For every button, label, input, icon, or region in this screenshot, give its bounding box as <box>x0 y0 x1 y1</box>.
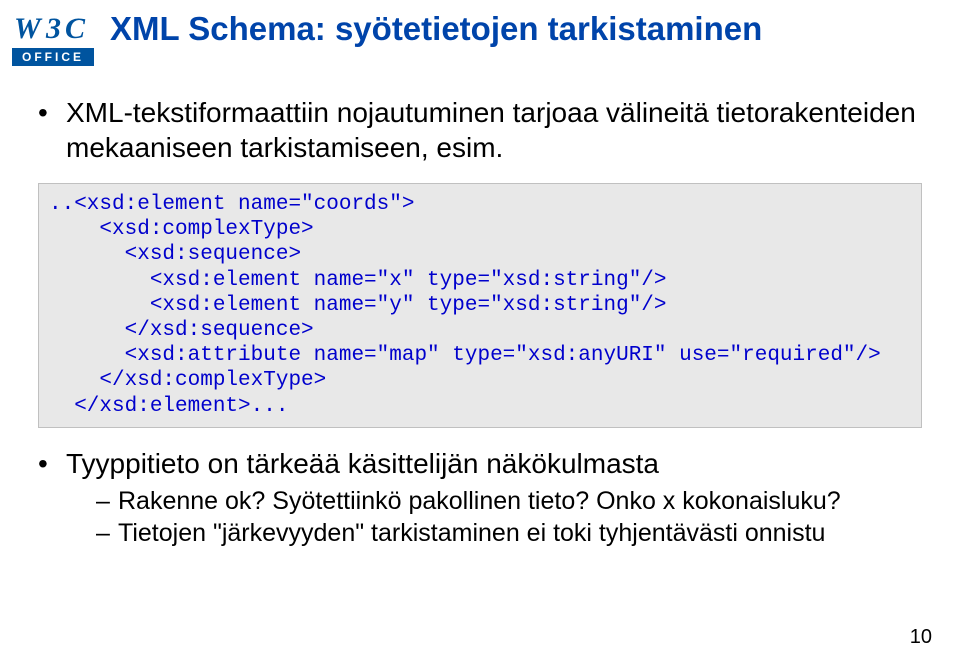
bullet-text: XML-tekstiformaattiin nojautuminen tarjo… <box>66 95 922 165</box>
sub-bullet-marker: – <box>96 485 118 518</box>
svg-text:C: C <box>65 12 86 45</box>
svg-text:OFFICE: OFFICE <box>22 50 84 64</box>
w3c-logo-svg: W 3 C OFFICE <box>12 8 94 66</box>
sub-bullet-list: – Rakenne ok? Syötettiinkö pakollinen ti… <box>38 485 922 550</box>
slide-content: • XML-tekstiformaattiin nojautuminen tar… <box>38 95 922 550</box>
slide-title: XML Schema: syötetietojen tarkistaminen <box>110 10 762 48</box>
bullet-marker: • <box>38 446 66 481</box>
sub-bullet-marker: – <box>96 517 118 550</box>
bullet-text: Tyyppitieto on tärkeää käsittelijän näkö… <box>66 446 922 481</box>
sub-bullet-text: Tietojen "järkevyyden" tarkistaminen ei … <box>118 517 825 550</box>
w3c-logo: W 3 C OFFICE <box>12 8 94 66</box>
sub-bullet-item: – Rakenne ok? Syötettiinkö pakollinen ti… <box>96 485 922 518</box>
bullet-item: • Tyyppitieto on tärkeää käsittelijän nä… <box>38 446 922 481</box>
code-block: ..<xsd:element name="coords"> <xsd:compl… <box>38 183 922 428</box>
bullet-marker: • <box>38 95 66 165</box>
sub-bullet-item: – Tietojen "järkevyyden" tarkistaminen e… <box>96 517 922 550</box>
page-number: 10 <box>910 626 932 649</box>
sub-bullet-text: Rakenne ok? Syötettiinkö pakollinen tiet… <box>118 485 841 518</box>
svg-text:W: W <box>14 12 43 45</box>
svg-text:3: 3 <box>45 12 61 45</box>
bullet-item: • XML-tekstiformaattiin nojautuminen tar… <box>38 95 922 165</box>
